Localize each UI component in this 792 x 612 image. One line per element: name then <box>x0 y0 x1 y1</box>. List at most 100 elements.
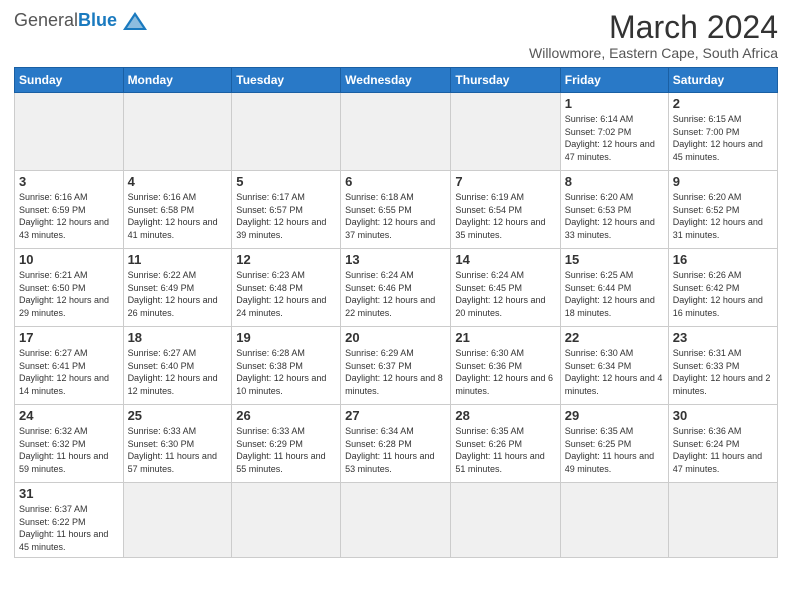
calendar-cell <box>451 483 560 557</box>
day-info: Sunrise: 6:24 AM Sunset: 6:45 PM Dayligh… <box>455 269 555 319</box>
day-number: 6 <box>345 174 446 189</box>
day-info: Sunrise: 6:31 AM Sunset: 6:33 PM Dayligh… <box>673 347 773 397</box>
day-info: Sunrise: 6:33 AM Sunset: 6:30 PM Dayligh… <box>128 425 228 475</box>
day-number: 28 <box>455 408 555 423</box>
day-number: 23 <box>673 330 773 345</box>
subtitle: Willowmore, Eastern Cape, South Africa <box>529 45 778 61</box>
day-number: 26 <box>236 408 336 423</box>
day-number: 16 <box>673 252 773 267</box>
col-monday: Monday <box>123 68 232 93</box>
calendar-cell <box>123 483 232 557</box>
logo-text: GeneralBlue <box>14 11 117 31</box>
calendar-cell <box>15 93 124 171</box>
day-info: Sunrise: 6:22 AM Sunset: 6:49 PM Dayligh… <box>128 269 228 319</box>
calendar-cell <box>668 483 777 557</box>
day-info: Sunrise: 6:16 AM Sunset: 6:58 PM Dayligh… <box>128 191 228 241</box>
calendar-cell: 30Sunrise: 6:36 AM Sunset: 6:24 PM Dayli… <box>668 405 777 483</box>
calendar-cell: 9Sunrise: 6:20 AM Sunset: 6:52 PM Daylig… <box>668 171 777 249</box>
month-title: March 2024 <box>529 10 778 45</box>
day-number: 4 <box>128 174 228 189</box>
calendar-header-row: Sunday Monday Tuesday Wednesday Thursday… <box>15 68 778 93</box>
day-info: Sunrise: 6:25 AM Sunset: 6:44 PM Dayligh… <box>565 269 664 319</box>
calendar-week-row: 10 Sunrise: 6:21 AM Sunset: 6:50 PM Dayli… <box>15 249 778 327</box>
day-number: 31 <box>19 486 119 501</box>
calendar-cell: 18 Sunrise: 6:27 AM Sunset: 6:40 PM Dayli… <box>123 327 232 405</box>
day-info: Sunrise: 6:35 AM Sunset: 6:26 PM Dayligh… <box>455 425 555 475</box>
calendar-cell: 16 Sunrise: 6:26 AM Sunset: 6:42 PM Dayli… <box>668 249 777 327</box>
day-number: 10 <box>19 252 119 267</box>
day-number: 27 <box>345 408 446 423</box>
day-info: Sunrise: 6:30 AM Sunset: 6:36 PM Dayligh… <box>455 347 555 397</box>
day-number: 21 <box>455 330 555 345</box>
calendar-cell: 10 Sunrise: 6:21 AM Sunset: 6:50 PM Dayli… <box>15 249 124 327</box>
calendar-cell: 12Sunrise: 6:23 AM Sunset: 6:48 PM Dayli… <box>232 249 341 327</box>
day-info: Sunrise: 6:37 AM Sunset: 6:22 PM Dayligh… <box>19 503 119 553</box>
logo-icon <box>121 10 149 32</box>
calendar-cell <box>341 483 451 557</box>
title-area: March 2024 Willowmore, Eastern Cape, Sou… <box>529 10 778 61</box>
col-thursday: Thursday <box>451 68 560 93</box>
calendar-cell: 4 Sunrise: 6:16 AM Sunset: 6:58 PM Daylig… <box>123 171 232 249</box>
day-info: Sunrise: 6:21 AM Sunset: 6:50 PM Dayligh… <box>19 269 119 319</box>
calendar-cell: 6 Sunrise: 6:18 AM Sunset: 6:55 PM Daylig… <box>341 171 451 249</box>
calendar-cell: 29Sunrise: 6:35 AM Sunset: 6:25 PM Dayli… <box>560 405 668 483</box>
calendar-cell: 15Sunrise: 6:25 AM Sunset: 6:44 PM Dayli… <box>560 249 668 327</box>
day-number: 1 <box>565 96 664 111</box>
calendar-week-row: 31 Sunrise: 6:37 AM Sunset: 6:22 PM Dayli… <box>15 483 778 557</box>
day-info: Sunrise: 6:29 AM Sunset: 6:37 PM Dayligh… <box>345 347 446 397</box>
calendar-cell: 13 Sunrise: 6:24 AM Sunset: 6:46 PM Dayli… <box>341 249 451 327</box>
day-number: 5 <box>236 174 336 189</box>
calendar-week-row: 1 Sunrise: 6:14 AM Sunset: 7:02 PM Daylig… <box>15 93 778 171</box>
day-number: 14 <box>455 252 555 267</box>
day-info: Sunrise: 6:35 AM Sunset: 6:25 PM Dayligh… <box>565 425 664 475</box>
day-info: Sunrise: 6:32 AM Sunset: 6:32 PM Dayligh… <box>19 425 119 475</box>
col-saturday: Saturday <box>668 68 777 93</box>
page: GeneralBlue March 2024 Willowmore, Easte… <box>0 0 792 568</box>
day-info: Sunrise: 6:18 AM Sunset: 6:55 PM Dayligh… <box>345 191 446 241</box>
header: GeneralBlue March 2024 Willowmore, Easte… <box>14 10 778 61</box>
calendar-cell: 20Sunrise: 6:29 AM Sunset: 6:37 PM Dayli… <box>341 327 451 405</box>
calendar-cell: 22Sunrise: 6:30 AM Sunset: 6:34 PM Dayli… <box>560 327 668 405</box>
day-info: Sunrise: 6:17 AM Sunset: 6:57 PM Dayligh… <box>236 191 336 241</box>
col-tuesday: Tuesday <box>232 68 341 93</box>
calendar-cell: 31 Sunrise: 6:37 AM Sunset: 6:22 PM Dayli… <box>15 483 124 557</box>
calendar-week-row: 17Sunrise: 6:27 AM Sunset: 6:41 PM Dayli… <box>15 327 778 405</box>
calendar-cell: 7Sunrise: 6:19 AM Sunset: 6:54 PM Daylig… <box>451 171 560 249</box>
day-number: 2 <box>673 96 773 111</box>
calendar-cell <box>232 93 341 171</box>
calendar-week-row: 3Sunrise: 6:16 AM Sunset: 6:59 PM Daylig… <box>15 171 778 249</box>
col-wednesday: Wednesday <box>341 68 451 93</box>
day-info: Sunrise: 6:26 AM Sunset: 6:42 PM Dayligh… <box>673 269 773 319</box>
day-number: 18 <box>128 330 228 345</box>
calendar-cell <box>341 93 451 171</box>
day-number: 30 <box>673 408 773 423</box>
calendar-cell: 24Sunrise: 6:32 AM Sunset: 6:32 PM Dayli… <box>15 405 124 483</box>
day-number: 13 <box>345 252 446 267</box>
calendar-cell <box>232 483 341 557</box>
calendar-cell: 3Sunrise: 6:16 AM Sunset: 6:59 PM Daylig… <box>15 171 124 249</box>
day-info: Sunrise: 6:23 AM Sunset: 6:48 PM Dayligh… <box>236 269 336 319</box>
calendar-week-row: 24Sunrise: 6:32 AM Sunset: 6:32 PM Dayli… <box>15 405 778 483</box>
day-number: 17 <box>19 330 119 345</box>
calendar-table: Sunday Monday Tuesday Wednesday Thursday… <box>14 67 778 557</box>
day-info: Sunrise: 6:15 AM Sunset: 7:00 PM Dayligh… <box>673 113 773 163</box>
calendar-cell: 19Sunrise: 6:28 AM Sunset: 6:38 PM Dayli… <box>232 327 341 405</box>
day-info: Sunrise: 6:20 AM Sunset: 6:52 PM Dayligh… <box>673 191 773 241</box>
day-info: Sunrise: 6:24 AM Sunset: 6:46 PM Dayligh… <box>345 269 446 319</box>
calendar-cell <box>123 93 232 171</box>
calendar-cell <box>451 93 560 171</box>
day-info: Sunrise: 6:34 AM Sunset: 6:28 PM Dayligh… <box>345 425 446 475</box>
day-info: Sunrise: 6:33 AM Sunset: 6:29 PM Dayligh… <box>236 425 336 475</box>
day-number: 3 <box>19 174 119 189</box>
calendar-cell: 21 Sunrise: 6:30 AM Sunset: 6:36 PM Dayli… <box>451 327 560 405</box>
calendar-cell: 1 Sunrise: 6:14 AM Sunset: 7:02 PM Daylig… <box>560 93 668 171</box>
calendar-cell: 17Sunrise: 6:27 AM Sunset: 6:41 PM Dayli… <box>15 327 124 405</box>
calendar-cell: 8Sunrise: 6:20 AM Sunset: 6:53 PM Daylig… <box>560 171 668 249</box>
day-number: 19 <box>236 330 336 345</box>
day-info: Sunrise: 6:14 AM Sunset: 7:02 PM Dayligh… <box>565 113 664 163</box>
logo-general: General <box>14 10 78 30</box>
day-info: Sunrise: 6:27 AM Sunset: 6:40 PM Dayligh… <box>128 347 228 397</box>
day-number: 8 <box>565 174 664 189</box>
day-number: 25 <box>128 408 228 423</box>
day-number: 7 <box>455 174 555 189</box>
